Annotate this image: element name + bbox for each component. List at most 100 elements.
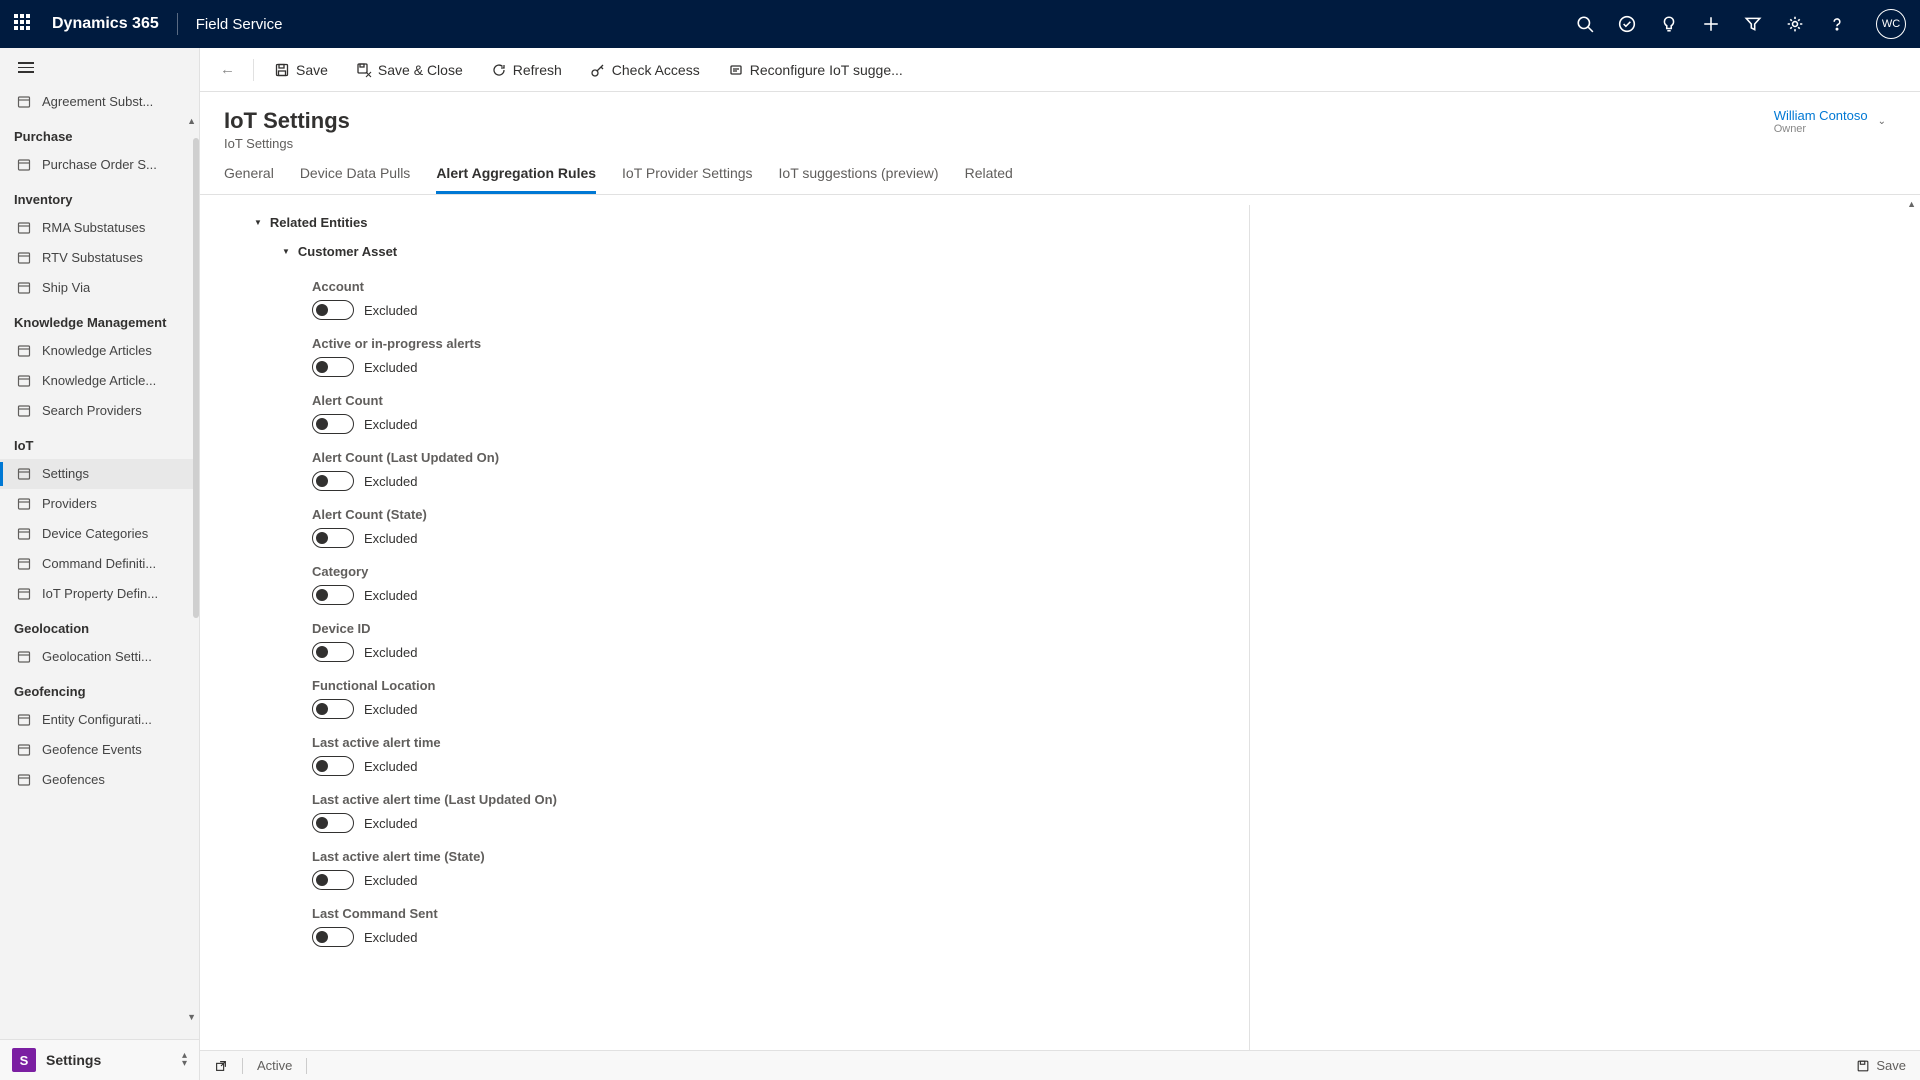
sidebar-section-header: Inventory bbox=[0, 180, 199, 213]
toggle-state-label: Excluded bbox=[364, 930, 417, 945]
save-label: Save bbox=[296, 62, 328, 78]
toggle-switch[interactable] bbox=[312, 699, 354, 719]
sidebar-item[interactable]: Geofences bbox=[0, 765, 199, 795]
toggle-switch[interactable] bbox=[312, 585, 354, 605]
sidebar-item[interactable]: Ship Via bbox=[0, 273, 199, 303]
content-scroll-up-icon[interactable]: ▲ bbox=[1907, 199, 1916, 209]
field-label: Alert Count (Last Updated On) bbox=[312, 450, 1249, 465]
app-name-label: Field Service bbox=[196, 16, 283, 33]
nav-scroll-up-icon[interactable]: ▲ bbox=[187, 116, 196, 126]
avatar[interactable]: WC bbox=[1876, 9, 1906, 39]
sidebar-item[interactable]: Entity Configurati... bbox=[0, 705, 199, 735]
hamburger-button[interactable] bbox=[0, 48, 199, 87]
sidebar-item-label: Device Categories bbox=[42, 526, 148, 541]
toggle-state-label: Excluded bbox=[364, 588, 417, 603]
toggle-switch[interactable] bbox=[312, 642, 354, 662]
filter-icon[interactable] bbox=[1744, 15, 1762, 33]
area-switcher[interactable]: S Settings ▴▾ bbox=[0, 1039, 199, 1080]
sidebar-item[interactable]: Device Categories bbox=[0, 519, 199, 549]
sidebar-item[interactable]: Agreement Subst... bbox=[0, 87, 199, 117]
field-row: Alert CountExcluded bbox=[312, 393, 1249, 434]
refresh-button[interactable]: Refresh bbox=[479, 56, 574, 84]
sidebar-item[interactable]: Providers bbox=[0, 489, 199, 519]
task-icon[interactable] bbox=[1618, 15, 1636, 33]
field-label: Last active alert time (Last Updated On) bbox=[312, 792, 1249, 807]
tab[interactable]: IoT suggestions (preview) bbox=[779, 165, 939, 194]
help-icon[interactable] bbox=[1828, 15, 1846, 33]
field-row: Last active alert time Excluded bbox=[312, 735, 1249, 776]
toggle-switch[interactable] bbox=[312, 927, 354, 947]
sidebar-item[interactable]: Knowledge Article... bbox=[0, 366, 199, 396]
save-button[interactable]: Save bbox=[262, 56, 340, 84]
save-close-button[interactable]: Save & Close bbox=[344, 56, 475, 84]
sidebar-section-header: Geolocation bbox=[0, 609, 199, 642]
cmdbar-divider bbox=[253, 59, 254, 81]
sidebar-item[interactable]: IoT Property Defin... bbox=[0, 579, 199, 609]
toggle-switch[interactable] bbox=[312, 813, 354, 833]
gear-icon[interactable] bbox=[1786, 15, 1804, 33]
check-access-button[interactable]: Check Access bbox=[578, 56, 712, 84]
sidebar-section-header: Purchase bbox=[0, 117, 199, 150]
sidebar-item[interactable]: Geolocation Setti... bbox=[0, 642, 199, 672]
toggle-switch[interactable] bbox=[312, 471, 354, 491]
field-row: Functional LocationExcluded bbox=[312, 678, 1249, 719]
toggle-state-label: Excluded bbox=[364, 702, 417, 717]
sidebar-item-label: Knowledge Article... bbox=[42, 373, 156, 388]
app-launcher-icon[interactable] bbox=[14, 14, 34, 34]
save-close-label: Save & Close bbox=[378, 62, 463, 78]
sidebar-scrollbar-thumb[interactable] bbox=[193, 138, 199, 618]
nav-item-icon bbox=[16, 586, 32, 602]
toggle-switch[interactable] bbox=[312, 756, 354, 776]
popout-icon[interactable] bbox=[214, 1059, 228, 1073]
sidebar-item-label: Ship Via bbox=[42, 280, 90, 295]
key-icon bbox=[590, 62, 606, 78]
subgroup-customer-asset[interactable]: ▼ Customer Asset bbox=[282, 234, 1249, 263]
topbar-divider bbox=[177, 13, 178, 35]
sidebar-item[interactable]: Geofence Events bbox=[0, 735, 199, 765]
toggle-switch[interactable] bbox=[312, 528, 354, 548]
tab[interactable]: Alert Aggregation Rules bbox=[436, 165, 596, 194]
sidebar-item-label: Knowledge Articles bbox=[42, 343, 152, 358]
sidebar-item[interactable]: Command Definiti... bbox=[0, 549, 199, 579]
sidebar-item-label: Agreement Subst... bbox=[42, 94, 153, 109]
owner-role: Owner bbox=[1774, 123, 1868, 135]
reconfigure-button[interactable]: Reconfigure IoT sugge... bbox=[716, 56, 915, 84]
toggle-switch[interactable] bbox=[312, 357, 354, 377]
sidebar-item-label: Geolocation Setti... bbox=[42, 649, 152, 664]
lightbulb-icon[interactable] bbox=[1660, 15, 1678, 33]
search-icon[interactable] bbox=[1576, 15, 1594, 33]
group-related-entities[interactable]: ▼ Related Entities bbox=[254, 211, 1249, 234]
sidebar-section-header: IoT bbox=[0, 426, 199, 459]
area-badge: S bbox=[12, 1048, 36, 1072]
toggle-state-label: Excluded bbox=[364, 759, 417, 774]
toggle-switch[interactable] bbox=[312, 414, 354, 434]
field-row: CategoryExcluded bbox=[312, 564, 1249, 605]
tab[interactable]: Related bbox=[965, 165, 1013, 194]
group-label: Related Entities bbox=[270, 215, 368, 230]
back-button[interactable]: ← bbox=[210, 55, 245, 84]
save-icon bbox=[274, 62, 290, 78]
sidebar-item[interactable]: Settings bbox=[0, 459, 199, 489]
sidebar-item[interactable]: Purchase Order S... bbox=[0, 150, 199, 180]
chevron-down-icon[interactable]: ⌄ bbox=[1878, 116, 1886, 127]
field-label: Last active alert time bbox=[312, 735, 1249, 750]
toggle-state-label: Excluded bbox=[364, 816, 417, 831]
sidebar-item[interactable]: RMA Substatuses bbox=[0, 213, 199, 243]
tab[interactable]: Device Data Pulls bbox=[300, 165, 411, 194]
sidebar-item[interactable]: Search Providers bbox=[0, 396, 199, 426]
owner-name[interactable]: William Contoso bbox=[1774, 108, 1868, 123]
add-icon[interactable] bbox=[1702, 15, 1720, 33]
sidebar-section-header: Knowledge Management bbox=[0, 303, 199, 336]
nav-item-icon bbox=[16, 742, 32, 758]
toggle-switch[interactable] bbox=[312, 300, 354, 320]
sidebar-item[interactable]: Knowledge Articles bbox=[0, 336, 199, 366]
subgroup-label: Customer Asset bbox=[298, 244, 397, 259]
toggle-switch[interactable] bbox=[312, 870, 354, 890]
statusbar-save-button[interactable]: Save bbox=[1856, 1058, 1906, 1073]
status-divider bbox=[242, 1058, 243, 1074]
field-row: Active or in-progress alertsExcluded bbox=[312, 336, 1249, 377]
sidebar-item[interactable]: RTV Substatuses bbox=[0, 243, 199, 273]
field-label: Alert Count (State) bbox=[312, 507, 1249, 522]
tab[interactable]: General bbox=[224, 165, 274, 194]
tab[interactable]: IoT Provider Settings bbox=[622, 165, 752, 194]
